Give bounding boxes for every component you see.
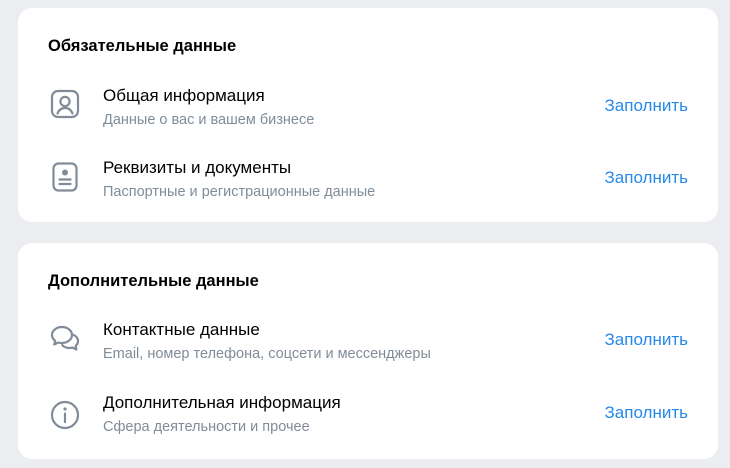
additional-info-fill-button[interactable]: Заполнить (605, 403, 688, 423)
additional-info-subtitle: Сфера деятельности и прочее (103, 419, 310, 435)
additional-info-row[interactable]: Дополнительная информация Сфера деятельн… (18, 393, 718, 453)
contacts-fill-button[interactable]: Заполнить (605, 330, 688, 350)
contacts-subtitle: Email, номер телефона, соцсети и мессенд… (103, 346, 431, 362)
id-card-icon (48, 160, 82, 194)
chat-bubbles-icon (48, 322, 82, 356)
additional-data-card: Дополнительные данные Контактные данные … (18, 243, 718, 459)
general-info-title: Общая информация (103, 86, 265, 105)
contacts-row[interactable]: Контактные данные Email, номер телефона,… (18, 320, 718, 380)
user-square-icon (48, 87, 82, 121)
requisites-title: Реквизиты и документы (103, 158, 292, 177)
requisites-fill-button[interactable]: Заполнить (605, 168, 688, 188)
contacts-title: Контактные данные (103, 320, 260, 339)
requisites-row[interactable]: Реквизиты и документы Паспортные и регис… (18, 158, 718, 218)
requisites-subtitle: Паспортные и регистрационные данные (103, 184, 376, 200)
page: Обязательные данные Общая информация Дан… (0, 0, 730, 468)
general-info-subtitle: Данные о вас и вашем бизнесе (103, 112, 315, 128)
section-title-additional: Дополнительные данные (48, 272, 259, 290)
info-circle-icon (48, 398, 82, 432)
additional-info-title: Дополнительная информация (103, 393, 341, 412)
required-data-card: Обязательные данные Общая информация Дан… (18, 8, 718, 222)
general-info-row[interactable]: Общая информация Данные о вас и вашем би… (18, 86, 718, 146)
general-info-fill-button[interactable]: Заполнить (605, 96, 688, 116)
section-title-required: Обязательные данные (48, 37, 237, 55)
